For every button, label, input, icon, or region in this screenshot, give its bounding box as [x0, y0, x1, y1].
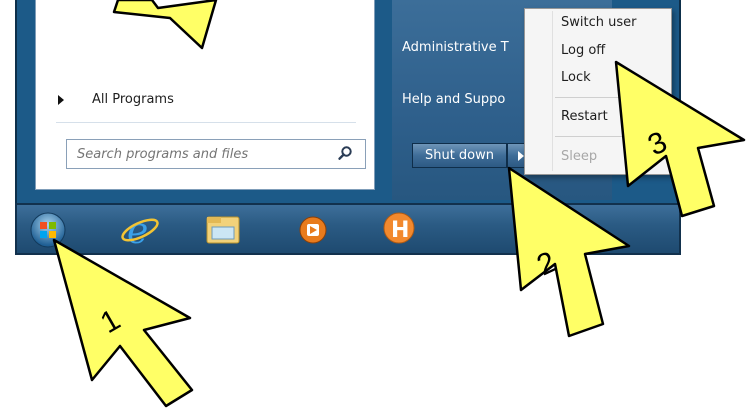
menu-item-lock[interactable]: Lock — [561, 70, 591, 85]
separator — [56, 122, 356, 123]
menu-gutter — [552, 11, 553, 171]
administrative-tools-item[interactable]: Administrative T — [402, 40, 522, 55]
all-programs-label: All Programs — [92, 92, 174, 107]
all-programs-item[interactable]: All Programs — [58, 92, 174, 107]
shut-down-button[interactable]: Shut down — [412, 143, 507, 168]
search-icon[interactable] — [337, 145, 353, 161]
h-app-icon[interactable]: H — [378, 211, 420, 249]
triangle-right-icon — [58, 94, 64, 105]
search-input[interactable] — [75, 140, 329, 168]
help-and-support-item[interactable]: Help and Suppo — [402, 92, 522, 107]
callout-arrow-3: 3 — [614, 60, 746, 218]
callout-arrow-1: 1 — [52, 238, 194, 408]
media-player-icon[interactable] — [292, 211, 334, 249]
menu-item-switch-user[interactable]: Switch user — [561, 15, 636, 30]
svg-text:H: H — [391, 218, 409, 243]
callout-arrow-top — [112, 0, 218, 50]
search-box[interactable] — [66, 139, 366, 169]
